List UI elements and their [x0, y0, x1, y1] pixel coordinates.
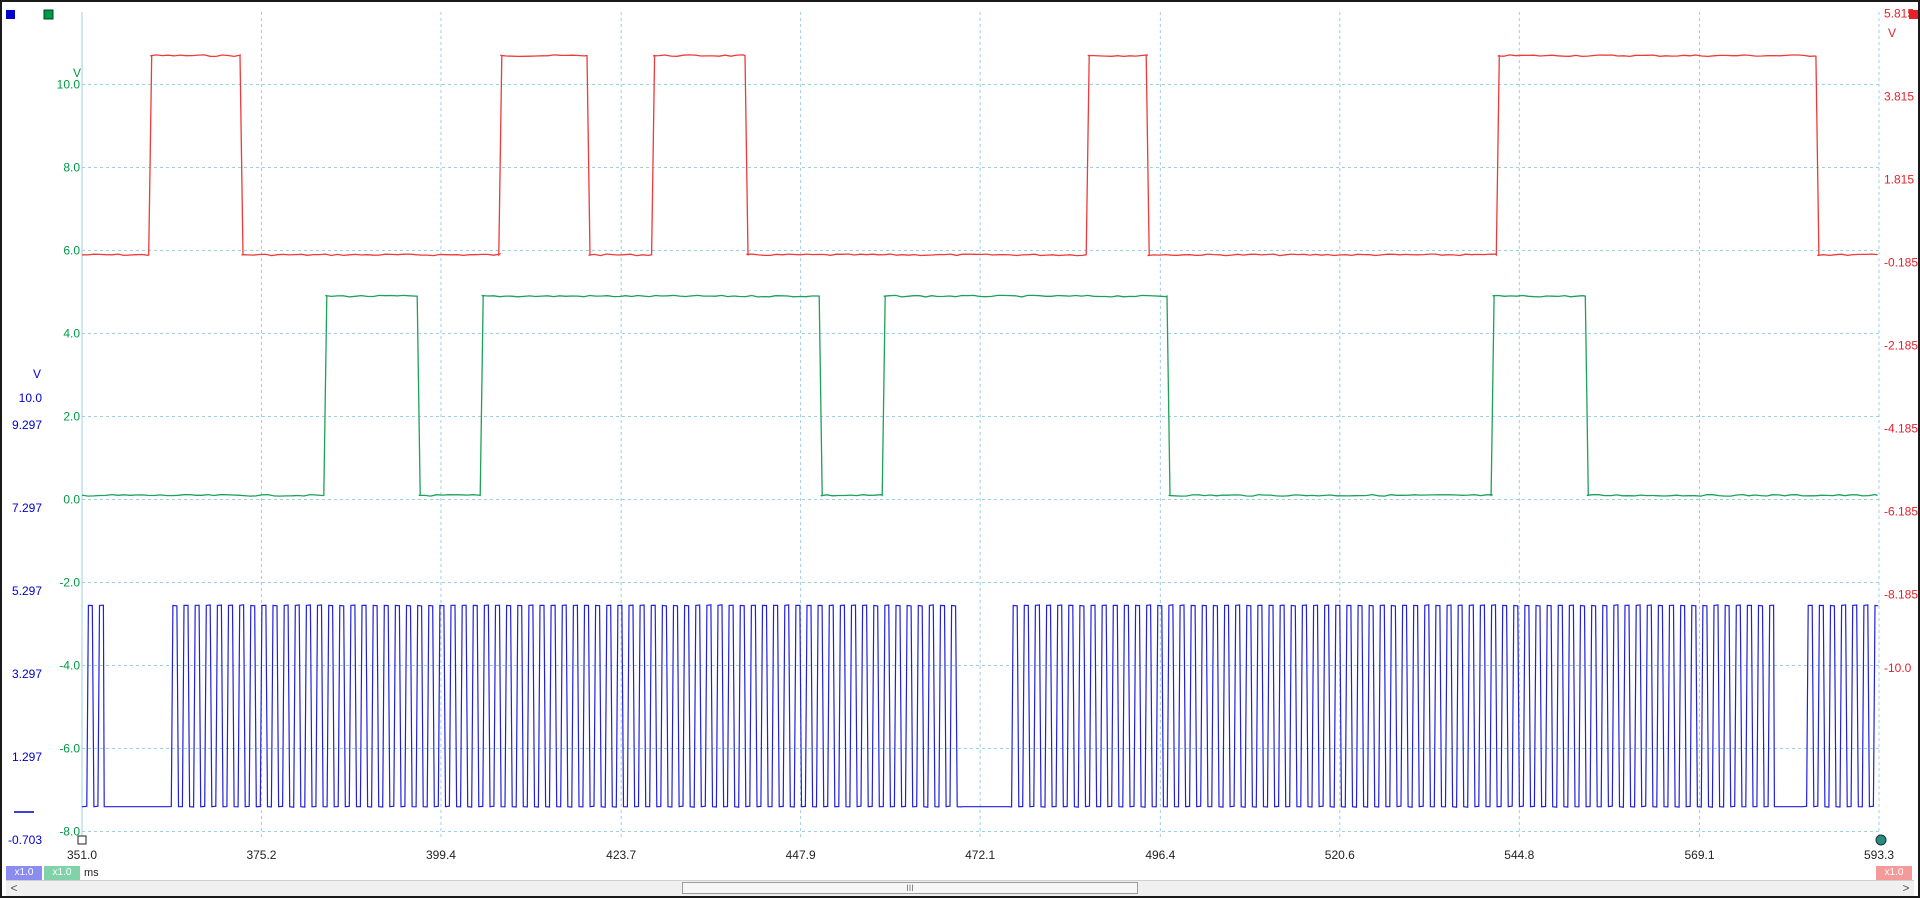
- scroll-thumb[interactable]: III: [682, 882, 1138, 894]
- axis-b-tick-label: -2.0: [59, 576, 80, 590]
- x-tick-label: 399.4: [426, 848, 456, 862]
- axis-b-tick-label: -4.0: [59, 659, 80, 673]
- x-tick-label: 520.6: [1325, 848, 1355, 862]
- axis-b-tick-label: 6.0: [63, 244, 80, 258]
- axis-b-tick-label: 8.0: [63, 161, 80, 175]
- x-start-marker[interactable]: [77, 835, 87, 845]
- axis-c-tick-label: -4.185: [1884, 422, 1918, 436]
- x-axis-unit: ms: [84, 867, 99, 879]
- axis-a-unit: V: [33, 367, 41, 381]
- scroll-right-button[interactable]: >: [1898, 881, 1914, 896]
- channel-a-scale-badge[interactable]: x1.0: [6, 866, 42, 880]
- horizontal-scrollbar[interactable]: < III >: [6, 880, 1914, 896]
- axis-a-tick-label: 10.0: [19, 391, 43, 405]
- x-tick-label: 544.8: [1504, 848, 1534, 862]
- channel-a-marker[interactable]: [6, 10, 15, 19]
- channel-b-marker[interactable]: [43, 9, 54, 20]
- x-tick-label: 351.0: [67, 848, 97, 862]
- axis-a-tick-label: 3.297: [12, 667, 42, 681]
- oscilloscope-window: 351.0 375.2 399.4 423.7 447.9 472.1 496.4 520.6…: [0, 0, 1920, 898]
- channel-c-scale-badge[interactable]: x1.0: [1876, 866, 1912, 880]
- x-tick-label: 375.2: [246, 848, 276, 862]
- axis-b-tick-label: -8.0: [59, 825, 80, 839]
- axis-c-tick-label: -2.185: [1884, 339, 1918, 353]
- axis-c-unit: V: [1888, 26, 1896, 40]
- axis-b-tick-label: -6.0: [59, 742, 80, 756]
- x-tick-label: 593.3: [1864, 848, 1894, 862]
- axis-c-tick-label: -6.185: [1884, 505, 1918, 519]
- axis-a-tick-label: -0.703: [8, 833, 42, 847]
- axis-c-tick-label: -10.0: [1884, 661, 1912, 675]
- axis-b-tick-label: 2.0: [63, 410, 80, 424]
- axis-a-tick-label: 9.297: [12, 418, 42, 432]
- x-tick-label: 447.9: [786, 848, 816, 862]
- x-tick-label: 569.1: [1685, 848, 1715, 862]
- scope-plot: 351.0 375.2 399.4 423.7 447.9 472.1 496.4 520.6…: [6, 7, 1918, 862]
- x-tick-label: 496.4: [1145, 848, 1175, 862]
- scroll-left-button[interactable]: <: [6, 881, 22, 896]
- axis-b-tick-label: 4.0: [63, 327, 80, 341]
- axis-c-tick-label: -8.185: [1884, 588, 1918, 602]
- x-tick-label: 472.1: [965, 848, 995, 862]
- axis-c-tick-label: 1.815: [1884, 173, 1914, 187]
- channel-b-scale-badge[interactable]: x1.0: [44, 866, 80, 880]
- x-tick-label: 423.7: [606, 848, 636, 862]
- axis-a-tick-label: 5.297: [12, 584, 42, 598]
- trigger-marker[interactable]: [1875, 834, 1887, 846]
- axis-b-tick-label: 10.0: [57, 78, 81, 92]
- axis-c-tick-label: 5.815: [1884, 7, 1914, 21]
- axis-c-tick-label: -0.185: [1884, 256, 1918, 270]
- axis-a-tick-label: 7.297: [12, 501, 42, 515]
- axis-c-tick-label: 3.815: [1884, 90, 1914, 104]
- axis-b-tick-label: 0.0: [63, 493, 80, 507]
- axis-a-tick-label: 1.297: [12, 750, 42, 764]
